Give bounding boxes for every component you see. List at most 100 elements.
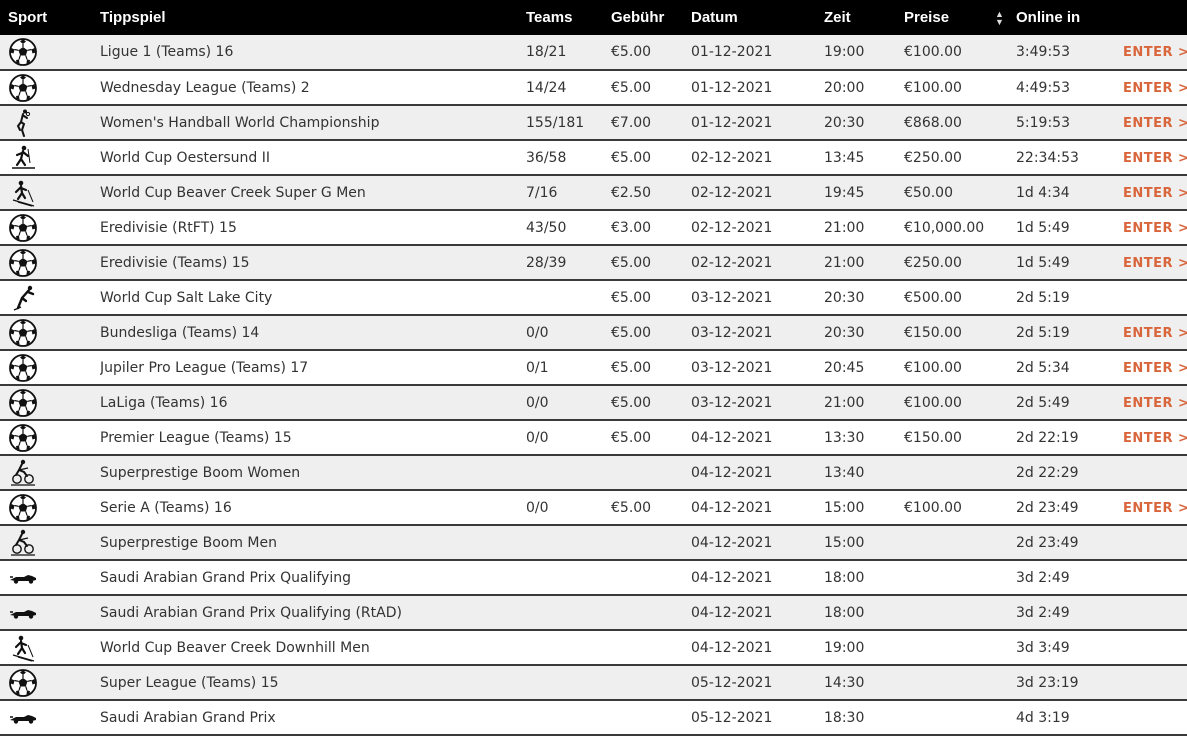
table-row[interactable]: Jupiler Pro League (Teams) 17 0/1 €5.00 03-… bbox=[0, 350, 1187, 385]
enter-button[interactable]: ENTER > bbox=[1123, 221, 1187, 236]
cell-time: 20:30 bbox=[824, 114, 865, 131]
action-cell: ENTER > bbox=[1123, 105, 1187, 140]
enter-button[interactable]: ENTER > bbox=[1123, 151, 1187, 166]
table-row[interactable]: World Cup Beaver Creek Super G Men 7/16 €2… bbox=[0, 175, 1187, 210]
game-name[interactable]: World Cup Oestersund II bbox=[100, 140, 526, 175]
game-name[interactable]: Women's Handball World Championship bbox=[100, 105, 526, 140]
enter-button[interactable]: ENTER > bbox=[1123, 361, 1187, 376]
enter-button[interactable]: ENTER > bbox=[1123, 431, 1187, 446]
game-name[interactable]: LaLiga (Teams) 16 bbox=[100, 385, 526, 420]
table-row[interactable]: World Cup Beaver Creek Downhill Men 04-12… bbox=[0, 630, 1187, 665]
table-row[interactable]: Serie A (Teams) 16 0/0 €5.00 04-12-2021 15:0… bbox=[0, 490, 1187, 525]
game-name[interactable]: Wednesday League (Teams) 2 bbox=[100, 70, 526, 105]
enter-button[interactable]: ENTER > bbox=[1123, 116, 1187, 131]
cell-time: 19:00 bbox=[824, 639, 865, 656]
cell-fee: €5.00 bbox=[611, 499, 652, 516]
game-name[interactable]: Saudi Arabian Grand Prix bbox=[100, 700, 526, 735]
col-header-sport[interactable]: Sport bbox=[0, 0, 100, 35]
sport-cell bbox=[0, 350, 100, 385]
cell-online: 1d 5:49 bbox=[1016, 254, 1070, 271]
table-row[interactable]: Saudi Arabian Grand Prix 05-12-2021 18:30 4… bbox=[0, 700, 1187, 735]
game-name[interactable]: Saudi Arabian Grand Prix Qualifying (RtA… bbox=[100, 595, 526, 630]
table-row[interactable]: LaLiga (Teams) 16 0/0 €5.00 03-12-2021 21:00… bbox=[0, 385, 1187, 420]
cell-date: 01-12-2021 bbox=[691, 114, 773, 131]
action-cell bbox=[1123, 560, 1187, 595]
cell-fee: €5.00 bbox=[611, 254, 652, 271]
table-row[interactable]: Super League (Teams) 15 05-12-2021 14:30 3d… bbox=[0, 665, 1187, 700]
game-name[interactable]: World Cup Beaver Creek Super G Men bbox=[100, 175, 526, 210]
handball-icon bbox=[17, 108, 31, 137]
sport-cell bbox=[0, 420, 100, 455]
biathlon-icon bbox=[10, 144, 37, 169]
cell-prize: €150.00 bbox=[904, 324, 962, 341]
cell-online: 1d 5:49 bbox=[1016, 219, 1070, 236]
cell-fee: €5.00 bbox=[611, 359, 652, 376]
col-header-prize[interactable]: Preise ▲ ▼ bbox=[904, 0, 1016, 35]
soccer-ball-icon bbox=[9, 38, 37, 66]
enter-button[interactable]: ENTER > bbox=[1123, 396, 1187, 411]
sort-arrows-icon[interactable]: ▲ ▼ bbox=[995, 10, 1004, 27]
table-row[interactable]: World Cup Salt Lake City €5.00 03-12-2021 2… bbox=[0, 280, 1187, 315]
game-name[interactable]: Serie A (Teams) 16 bbox=[100, 490, 526, 525]
cell-teams bbox=[526, 560, 611, 595]
cell-prize: €50.00 bbox=[904, 184, 953, 201]
cell-time: 19:45 bbox=[824, 184, 865, 201]
game-name[interactable]: Super League (Teams) 15 bbox=[100, 665, 526, 700]
enter-button[interactable]: ENTER > bbox=[1123, 45, 1187, 60]
soccer-ball-icon bbox=[9, 388, 37, 417]
col-header-teams[interactable]: Teams bbox=[526, 0, 611, 35]
enter-button[interactable]: ENTER > bbox=[1123, 186, 1187, 201]
enter-button[interactable]: ENTER > bbox=[1123, 501, 1187, 516]
col-header-date[interactable]: Datum bbox=[691, 0, 824, 35]
cell-online: 2d 23:49 bbox=[1016, 499, 1079, 516]
enter-button[interactable]: ENTER > bbox=[1123, 326, 1187, 341]
col-header-fee[interactable]: Gebühr bbox=[611, 0, 691, 35]
enter-button[interactable]: ENTER > bbox=[1123, 81, 1187, 96]
game-name[interactable]: Eredivisie (Teams) 15 bbox=[100, 245, 526, 280]
cell-prize: €100.00 bbox=[904, 359, 962, 376]
game-name[interactable]: Eredivisie (RtFT) 15 bbox=[100, 210, 526, 245]
table-row[interactable]: Bundesliga (Teams) 14 0/0 €5.00 03-12-2021 2… bbox=[0, 315, 1187, 350]
cell-online: 3:49:53 bbox=[1016, 44, 1070, 60]
table-row[interactable]: World Cup Oestersund II 36/58 €5.00 02-12-2… bbox=[0, 140, 1187, 175]
cell-fee: €5.00 bbox=[611, 429, 652, 446]
game-name[interactable]: Superprestige Boom Men bbox=[100, 525, 526, 560]
col-header-online[interactable]: Online in bbox=[1016, 0, 1123, 35]
table-row[interactable]: Saudi Arabian Grand Prix Qualifying 04-12… bbox=[0, 560, 1187, 595]
table-row[interactable]: Superprestige Boom Men 04-12-2021 15:00 2d … bbox=[0, 525, 1187, 560]
cell-prize: €250.00 bbox=[904, 254, 962, 271]
cell-teams: 0/0 bbox=[526, 394, 549, 411]
cell-teams bbox=[526, 630, 611, 665]
table-row[interactable]: Women's Handball World Championship 155/1… bbox=[0, 105, 1187, 140]
cell-fee: €5.00 bbox=[611, 324, 652, 341]
enter-button[interactable]: ENTER > bbox=[1123, 256, 1187, 271]
game-name[interactable]: World Cup Beaver Creek Downhill Men bbox=[100, 630, 526, 665]
action-cell: ENTER > bbox=[1123, 70, 1187, 105]
game-name[interactable]: Superprestige Boom Women bbox=[100, 455, 526, 490]
table-row[interactable]: Eredivisie (RtFT) 15 43/50 €3.00 02-12-2021… bbox=[0, 210, 1187, 245]
table-row[interactable]: Ligue 1 (Teams) 16 18/21 €5.00 01-12-2021 19… bbox=[0, 35, 1187, 70]
game-name[interactable]: Saudi Arabian Grand Prix Qualifying bbox=[100, 560, 526, 595]
table-row[interactable]: Superprestige Boom Women 04-12-2021 13:40 2… bbox=[0, 455, 1187, 490]
cell-teams bbox=[526, 595, 611, 630]
table-row[interactable]: Eredivisie (Teams) 15 28/39 €5.00 02-12-202… bbox=[0, 245, 1187, 280]
game-name[interactable]: Jupiler Pro League (Teams) 17 bbox=[100, 350, 526, 385]
col-header-name[interactable]: Tippspiel bbox=[100, 0, 526, 35]
soccer-ball-icon bbox=[9, 423, 37, 452]
game-name[interactable]: World Cup Salt Lake City bbox=[100, 280, 526, 315]
cell-online: 5:19:53 bbox=[1016, 114, 1070, 131]
table-row[interactable]: Saudi Arabian Grand Prix Qualifying (RtA… bbox=[0, 595, 1187, 630]
cell-time: 20:45 bbox=[824, 359, 865, 376]
cell-teams bbox=[526, 280, 611, 315]
cell-online: 3d 23:19 bbox=[1016, 674, 1079, 691]
cell-time: 20:00 bbox=[824, 79, 865, 96]
col-header-time[interactable]: Zeit bbox=[824, 0, 904, 35]
cell-time: 15:00 bbox=[824, 534, 865, 551]
sport-cell bbox=[0, 140, 100, 175]
game-name[interactable]: Premier League (Teams) 15 bbox=[100, 420, 526, 455]
cell-online: 2d 5:19 bbox=[1016, 289, 1070, 306]
game-name[interactable]: Bundesliga (Teams) 14 bbox=[100, 315, 526, 350]
game-name[interactable]: Ligue 1 (Teams) 16 bbox=[100, 35, 526, 70]
table-row[interactable]: Wednesday League (Teams) 2 14/24 €5.00 01-1… bbox=[0, 70, 1187, 105]
table-row[interactable]: Premier League (Teams) 15 0/0 €5.00 04-12-2… bbox=[0, 420, 1187, 455]
